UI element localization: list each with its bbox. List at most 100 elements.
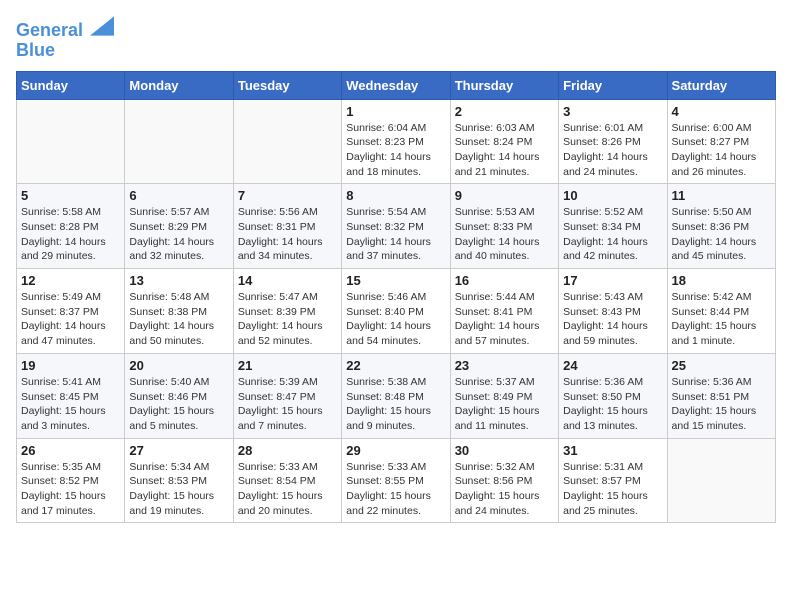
calendar-cell: 13 Sunrise: 5:48 AM Sunset: 8:38 PM Dayli…	[125, 269, 233, 354]
calendar-cell: 27 Sunrise: 5:34 AM Sunset: 8:53 PM Dayli…	[125, 438, 233, 523]
day-info: Sunrise: 6:00 AM Sunset: 8:27 PM Dayligh…	[672, 121, 771, 180]
day-number: 6	[129, 188, 228, 203]
calendar-cell: 20 Sunrise: 5:40 AM Sunset: 8:46 PM Dayli…	[125, 353, 233, 438]
weekday-header-thursday: Thursday	[450, 71, 558, 99]
day-number: 8	[346, 188, 445, 203]
day-number: 21	[238, 358, 337, 373]
day-info: Sunrise: 5:44 AM Sunset: 8:41 PM Dayligh…	[455, 290, 554, 349]
calendar-cell: 3 Sunrise: 6:01 AM Sunset: 8:26 PM Daylig…	[559, 99, 667, 184]
calendar-cell: 9Sunrise: 5:53 AM Sunset: 8:33 PM Daylig…	[450, 184, 558, 269]
weekday-header-friday: Friday	[559, 71, 667, 99]
day-info: Sunrise: 5:46 AM Sunset: 8:40 PM Dayligh…	[346, 290, 445, 349]
day-number: 2	[455, 104, 554, 119]
calendar-cell	[17, 99, 125, 184]
calendar-cell: 25 Sunrise: 5:36 AM Sunset: 8:51 PM Dayli…	[667, 353, 775, 438]
day-number: 18	[672, 273, 771, 288]
day-number: 26	[21, 443, 120, 458]
day-info: Sunrise: 5:33 AM Sunset: 8:54 PM Dayligh…	[238, 460, 337, 519]
day-info: Sunrise: 5:58 AM Sunset: 8:28 PM Dayligh…	[21, 205, 120, 264]
day-number: 7	[238, 188, 337, 203]
calendar-week-3: 12 Sunrise: 5:49 AM Sunset: 8:37 PM Dayli…	[17, 269, 776, 354]
day-info: Sunrise: 5:47 AM Sunset: 8:39 PM Dayligh…	[238, 290, 337, 349]
day-info: Sunrise: 5:34 AM Sunset: 8:53 PM Dayligh…	[129, 460, 228, 519]
day-number: 5	[21, 188, 120, 203]
day-number: 15	[346, 273, 445, 288]
calendar-cell: 28 Sunrise: 5:33 AM Sunset: 8:54 PM Dayli…	[233, 438, 341, 523]
day-number: 30	[455, 443, 554, 458]
day-info: Sunrise: 5:35 AM Sunset: 8:52 PM Dayligh…	[21, 460, 120, 519]
day-number: 27	[129, 443, 228, 458]
day-number: 19	[21, 358, 120, 373]
calendar-cell: 19 Sunrise: 5:41 AM Sunset: 8:45 PM Dayli…	[17, 353, 125, 438]
day-number: 12	[21, 273, 120, 288]
day-number: 14	[238, 273, 337, 288]
calendar-cell: 23Sunrise: 5:37 AM Sunset: 8:49 PM Dayli…	[450, 353, 558, 438]
weekday-header-tuesday: Tuesday	[233, 71, 341, 99]
day-info: Sunrise: 5:43 AM Sunset: 8:43 PM Dayligh…	[563, 290, 662, 349]
weekday-header-sunday: Sunday	[17, 71, 125, 99]
day-number: 29	[346, 443, 445, 458]
calendar-table: SundayMondayTuesdayWednesdayThursdayFrid…	[16, 71, 776, 524]
calendar-cell: 18 Sunrise: 5:42 AM Sunset: 8:44 PM Dayli…	[667, 269, 775, 354]
calendar-cell: 1 Sunrise: 6:04 AM Sunset: 8:23 PM Daylig…	[342, 99, 450, 184]
day-info: Sunrise: 5:37 AM Sunset: 8:49 PM Dayligh…	[455, 375, 554, 434]
day-info: Sunrise: 5:48 AM Sunset: 8:38 PM Dayligh…	[129, 290, 228, 349]
day-number: 16	[455, 273, 554, 288]
day-number: 11	[672, 188, 771, 203]
calendar-cell: 4 Sunrise: 6:00 AM Sunset: 8:27 PM Daylig…	[667, 99, 775, 184]
calendar-cell: 12 Sunrise: 5:49 AM Sunset: 8:37 PM Dayli…	[17, 269, 125, 354]
calendar-cell	[667, 438, 775, 523]
page-header: General Blue	[16, 16, 776, 61]
weekday-header-row: SundayMondayTuesdayWednesdayThursdayFrid…	[17, 71, 776, 99]
day-number: 3	[563, 104, 662, 119]
calendar-cell: 2 Sunrise: 6:03 AM Sunset: 8:24 PM Daylig…	[450, 99, 558, 184]
day-info: Sunrise: 5:50 AM Sunset: 8:36 PM Dayligh…	[672, 205, 771, 264]
calendar-cell: 14 Sunrise: 5:47 AM Sunset: 8:39 PM Dayli…	[233, 269, 341, 354]
calendar-cell: 15 Sunrise: 5:46 AM Sunset: 8:40 PM Dayli…	[342, 269, 450, 354]
day-info: Sunrise: 5:32 AM Sunset: 8:56 PM Dayligh…	[455, 460, 554, 519]
calendar-week-2: 5 Sunrise: 5:58 AM Sunset: 8:28 PM Daylig…	[17, 184, 776, 269]
day-info: Sunrise: 6:03 AM Sunset: 8:24 PM Dayligh…	[455, 121, 554, 180]
day-number: 25	[672, 358, 771, 373]
day-info: Sunrise: 5:57 AM Sunset: 8:29 PM Dayligh…	[129, 205, 228, 264]
day-info: Sunrise: 5:54 AM Sunset: 8:32 PM Dayligh…	[346, 205, 445, 264]
calendar-cell: 22 Sunrise: 5:38 AM Sunset: 8:48 PM Dayli…	[342, 353, 450, 438]
day-number: 10	[563, 188, 662, 203]
day-number: 17	[563, 273, 662, 288]
calendar-week-4: 19 Sunrise: 5:41 AM Sunset: 8:45 PM Dayli…	[17, 353, 776, 438]
calendar-cell: 30 Sunrise: 5:32 AM Sunset: 8:56 PM Dayli…	[450, 438, 558, 523]
calendar-cell: 26 Sunrise: 5:35 AM Sunset: 8:52 PM Dayli…	[17, 438, 125, 523]
day-info: Sunrise: 5:36 AM Sunset: 8:50 PM Dayligh…	[563, 375, 662, 434]
calendar-cell: 29 Sunrise: 5:33 AM Sunset: 8:55 PM Dayli…	[342, 438, 450, 523]
logo-text: General Blue	[16, 16, 114, 61]
day-number: 20	[129, 358, 228, 373]
day-info: Sunrise: 5:38 AM Sunset: 8:48 PM Dayligh…	[346, 375, 445, 434]
day-info: Sunrise: 6:04 AM Sunset: 8:23 PM Dayligh…	[346, 121, 445, 180]
day-number: 1	[346, 104, 445, 119]
calendar-week-5: 26 Sunrise: 5:35 AM Sunset: 8:52 PM Dayli…	[17, 438, 776, 523]
day-info: Sunrise: 5:42 AM Sunset: 8:44 PM Dayligh…	[672, 290, 771, 349]
day-number: 13	[129, 273, 228, 288]
calendar-cell: 6 Sunrise: 5:57 AM Sunset: 8:29 PM Daylig…	[125, 184, 233, 269]
calendar-cell: 7 Sunrise: 5:56 AM Sunset: 8:31 PM Daylig…	[233, 184, 341, 269]
day-number: 28	[238, 443, 337, 458]
calendar-cell: 8 Sunrise: 5:54 AM Sunset: 8:32 PM Daylig…	[342, 184, 450, 269]
day-info: Sunrise: 6:01 AM Sunset: 8:26 PM Dayligh…	[563, 121, 662, 180]
calendar-cell: 11 Sunrise: 5:50 AM Sunset: 8:36 PM Dayli…	[667, 184, 775, 269]
weekday-header-saturday: Saturday	[667, 71, 775, 99]
day-number: 22	[346, 358, 445, 373]
day-info: Sunrise: 5:33 AM Sunset: 8:55 PM Dayligh…	[346, 460, 445, 519]
calendar-cell: 16 Sunrise: 5:44 AM Sunset: 8:41 PM Dayli…	[450, 269, 558, 354]
logo: General Blue	[16, 16, 114, 61]
weekday-header-monday: Monday	[125, 71, 233, 99]
day-info: Sunrise: 5:52 AM Sunset: 8:34 PM Dayligh…	[563, 205, 662, 264]
day-number: 24	[563, 358, 662, 373]
day-info: Sunrise: 5:39 AM Sunset: 8:47 PM Dayligh…	[238, 375, 337, 434]
day-info: Sunrise: 5:56 AM Sunset: 8:31 PM Dayligh…	[238, 205, 337, 264]
day-info: Sunrise: 5:41 AM Sunset: 8:45 PM Dayligh…	[21, 375, 120, 434]
day-number: 4	[672, 104, 771, 119]
day-info: Sunrise: 5:40 AM Sunset: 8:46 PM Dayligh…	[129, 375, 228, 434]
day-info: Sunrise: 5:36 AM Sunset: 8:51 PM Dayligh…	[672, 375, 771, 434]
day-info: Sunrise: 5:49 AM Sunset: 8:37 PM Dayligh…	[21, 290, 120, 349]
calendar-cell: 5 Sunrise: 5:58 AM Sunset: 8:28 PM Daylig…	[17, 184, 125, 269]
